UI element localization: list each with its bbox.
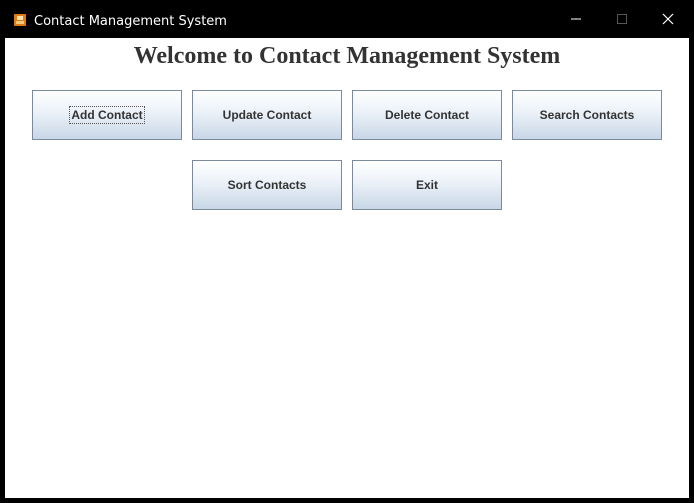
maximize-button[interactable] <box>599 0 645 38</box>
sort-contacts-button[interactable]: Sort Contacts <box>192 160 342 210</box>
add-contact-button[interactable]: Add Contact <box>32 90 182 140</box>
exit-button[interactable]: Exit <box>352 160 502 210</box>
app-window: Contact Management System Welcome to Con… <box>0 0 694 503</box>
minimize-icon <box>571 18 581 20</box>
main-panel: Welcome to Contact Management System Add… <box>5 38 689 498</box>
window-title: Contact Management System <box>34 14 227 29</box>
sort-contacts-label: Sort Contacts <box>227 178 307 192</box>
add-contact-label: Add Contact <box>69 106 145 124</box>
maximize-icon <box>617 14 627 24</box>
close-button[interactable] <box>645 0 691 38</box>
delete-contact-button[interactable]: Delete Contact <box>352 90 502 140</box>
title-bar[interactable]: Contact Management System <box>0 0 694 38</box>
close-icon <box>662 13 674 25</box>
update-contact-button[interactable]: Update Contact <box>192 90 342 140</box>
search-contacts-label: Search Contacts <box>539 108 635 122</box>
page-title: Welcome to Contact Management System <box>133 43 561 69</box>
update-contact-label: Update Contact <box>222 108 312 122</box>
delete-contact-label: Delete Contact <box>384 108 470 122</box>
minimize-button[interactable] <box>553 0 599 38</box>
exit-label: Exit <box>415 178 438 192</box>
java-app-icon <box>14 14 26 26</box>
search-contacts-button[interactable]: Search Contacts <box>512 90 662 140</box>
